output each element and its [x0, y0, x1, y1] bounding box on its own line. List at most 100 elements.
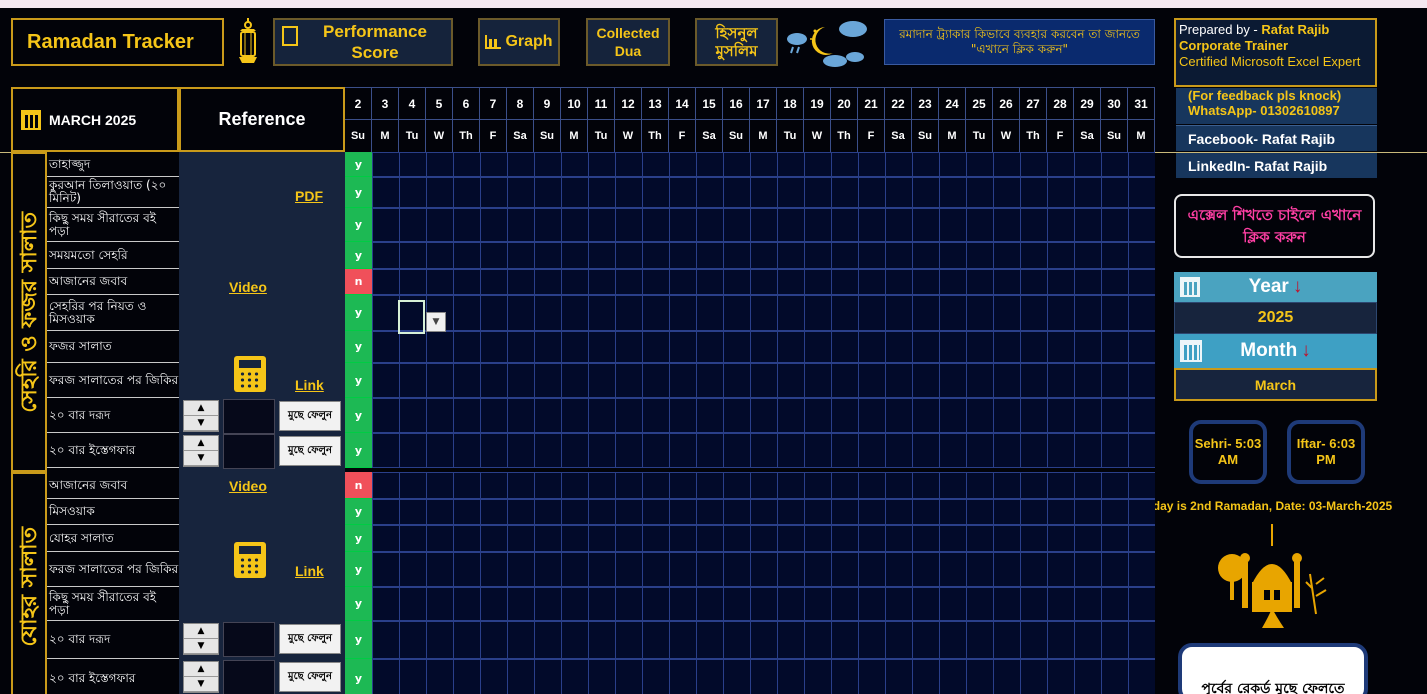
task-label: আজানের জবাব — [47, 472, 179, 499]
tracking-cells-row[interactable] — [372, 621, 1155, 659]
status-cell[interactable]: n — [345, 269, 372, 295]
spin-up-icon[interactable]: ▲ — [184, 624, 218, 639]
task-label: ফরজ সালাতের পর জিকির — [47, 363, 179, 398]
tracking-cells-row[interactable] — [372, 269, 1155, 295]
day-column-header: 8 Sa — [507, 87, 534, 152]
tracking-cells-row[interactable] — [372, 587, 1155, 621]
day-column-header: 21 F — [858, 87, 885, 152]
status-cell[interactable]: y — [345, 242, 372, 269]
day-number: 5 — [426, 88, 452, 120]
linkedin-link[interactable]: LinkedIn- Rafat Rajib — [1176, 152, 1377, 178]
cell-dropdown-button[interactable]: ▼ — [426, 312, 446, 332]
performance-score-button[interactable]: Performance Score — [273, 18, 453, 66]
status-cell[interactable]: y — [345, 499, 372, 525]
tracking-cells-row[interactable] — [372, 152, 1155, 177]
count-spinner[interactable]: ▲ ▼ — [183, 661, 219, 693]
calculator-icon[interactable] — [234, 542, 266, 578]
count-spinner[interactable]: ▲ ▼ — [183, 435, 219, 467]
spin-down-icon[interactable]: ▼ — [184, 677, 218, 692]
day-number: 11 — [588, 88, 614, 120]
status-cell[interactable]: y — [345, 208, 372, 242]
task-label: কিছু সময় সীরাতের বই পড়া — [47, 208, 179, 242]
weekday-label: F — [867, 130, 875, 142]
day-column-header: 12 W — [615, 87, 642, 152]
reference-link[interactable]: Link — [295, 563, 324, 579]
weekday-label: M — [758, 130, 768, 142]
tracking-cells-row[interactable] — [372, 363, 1155, 398]
count-spinner[interactable]: ▲ ▼ — [183, 623, 219, 655]
weekday-label: Th — [837, 130, 851, 142]
tracking-cells-row[interactable] — [372, 331, 1155, 363]
hisnul-muslim-button[interactable]: হিসনুল মুসলিম — [695, 18, 778, 66]
erase-button[interactable]: মুছে ফেলুন — [279, 624, 341, 654]
video-link[interactable]: Video — [229, 279, 267, 295]
pdf-link[interactable]: PDF — [295, 188, 323, 204]
graph-button[interactable]: Graph — [478, 18, 560, 66]
weekday-label: Sa — [891, 130, 905, 142]
spin-up-icon[interactable]: ▲ — [184, 662, 218, 677]
day-number: 9 — [534, 88, 560, 120]
tracking-cells-row[interactable] — [372, 177, 1155, 208]
spin-down-icon[interactable]: ▼ — [184, 451, 218, 466]
weekday-label: F — [1056, 130, 1064, 142]
status-cell[interactable]: y — [345, 295, 372, 331]
erase-button[interactable]: মুছে ফেলুন — [279, 436, 341, 466]
day-column-header: 18 Tu — [777, 87, 804, 152]
tracking-cells-row[interactable] — [372, 499, 1155, 525]
task-label: ২০ বার দরূদ — [47, 398, 179, 433]
status-cell[interactable]: y — [345, 587, 372, 621]
status-cell[interactable]: y — [345, 552, 372, 587]
year-select[interactable]: 2025 — [1174, 302, 1377, 334]
status-cell[interactable]: y — [345, 525, 372, 552]
spin-up-icon[interactable]: ▲ — [184, 436, 218, 451]
count-display — [223, 660, 275, 694]
spin-up-icon[interactable]: ▲ — [184, 401, 218, 416]
day-number: 6 — [453, 88, 479, 120]
tracking-cells-row[interactable] — [372, 525, 1155, 552]
spin-down-icon[interactable]: ▼ — [184, 416, 218, 431]
status-cell[interactable]: y — [345, 621, 372, 659]
ramadan-tracker-sheet: Ramadan Tracker Performance Score Graph … — [0, 0, 1427, 694]
day-column-header: 20 Th — [831, 87, 858, 152]
today-ramadan-info: Today is 2nd Ramadan, Date: 03-March-202… — [1139, 499, 1393, 513]
status-cell[interactable]: n — [345, 472, 372, 499]
weekday-label: F — [489, 130, 497, 142]
learn-excel-button[interactable]: এক্সেল শিখতে চাইলে এখানে ক্লিক করুন — [1174, 194, 1375, 258]
facebook-link[interactable]: Facebook- Rafat Rajib — [1176, 125, 1377, 151]
collected-dua-button[interactable]: Collected Dua — [586, 18, 670, 66]
status-cell[interactable]: y — [345, 331, 372, 363]
status-cell[interactable]: y — [345, 433, 372, 468]
weekday-label: Su — [1106, 130, 1122, 142]
video-link[interactable]: Video — [229, 478, 267, 494]
weekday-label: Su — [350, 130, 366, 142]
tracking-cells-row[interactable] — [372, 433, 1155, 468]
spin-down-icon[interactable]: ▼ — [184, 639, 218, 654]
status-cell[interactable]: y — [345, 363, 372, 398]
status-cell[interactable]: y — [345, 659, 372, 694]
tracking-cells-row[interactable] — [372, 472, 1155, 499]
calculator-icon[interactable] — [234, 356, 266, 392]
selected-cell[interactable] — [398, 300, 425, 334]
how-to-use-link[interactable]: রমাদান ট্র্যাকার কিভাবে ব্যবহার করবেন তা… — [884, 19, 1155, 65]
erase-button[interactable]: মুছে ফেলুন — [279, 401, 341, 431]
weekday-label: W — [811, 130, 823, 142]
tracking-cells-row[interactable] — [372, 659, 1155, 694]
month-select[interactable]: March — [1174, 368, 1377, 401]
status-cell[interactable]: y — [345, 398, 372, 433]
status-cell[interactable]: y — [345, 152, 372, 177]
reference-link[interactable]: Link — [295, 377, 324, 393]
mosque-illustration — [1212, 524, 1336, 628]
tracking-cells-row[interactable] — [372, 295, 1155, 331]
tracking-cells-row[interactable] — [372, 398, 1155, 433]
weekday-label: Tu — [594, 130, 608, 142]
clear-records-card[interactable]: পূর্বের রেকর্ড মুছে ফেলতে — [1178, 643, 1368, 694]
tracking-cells-row[interactable] — [372, 552, 1155, 587]
day-number: 14 — [669, 88, 695, 120]
erase-button[interactable]: মুছে ফেলুন — [279, 662, 341, 692]
status-cell[interactable]: y — [345, 177, 372, 208]
count-spinner[interactable]: ▲ ▼ — [183, 400, 219, 432]
tracking-cells-row[interactable] — [372, 242, 1155, 269]
tracking-cells-row[interactable] — [372, 208, 1155, 242]
day-number: 29 — [1074, 88, 1100, 120]
author-card: Prepared by - Rafat Rajib Corporate Trai… — [1174, 18, 1377, 87]
